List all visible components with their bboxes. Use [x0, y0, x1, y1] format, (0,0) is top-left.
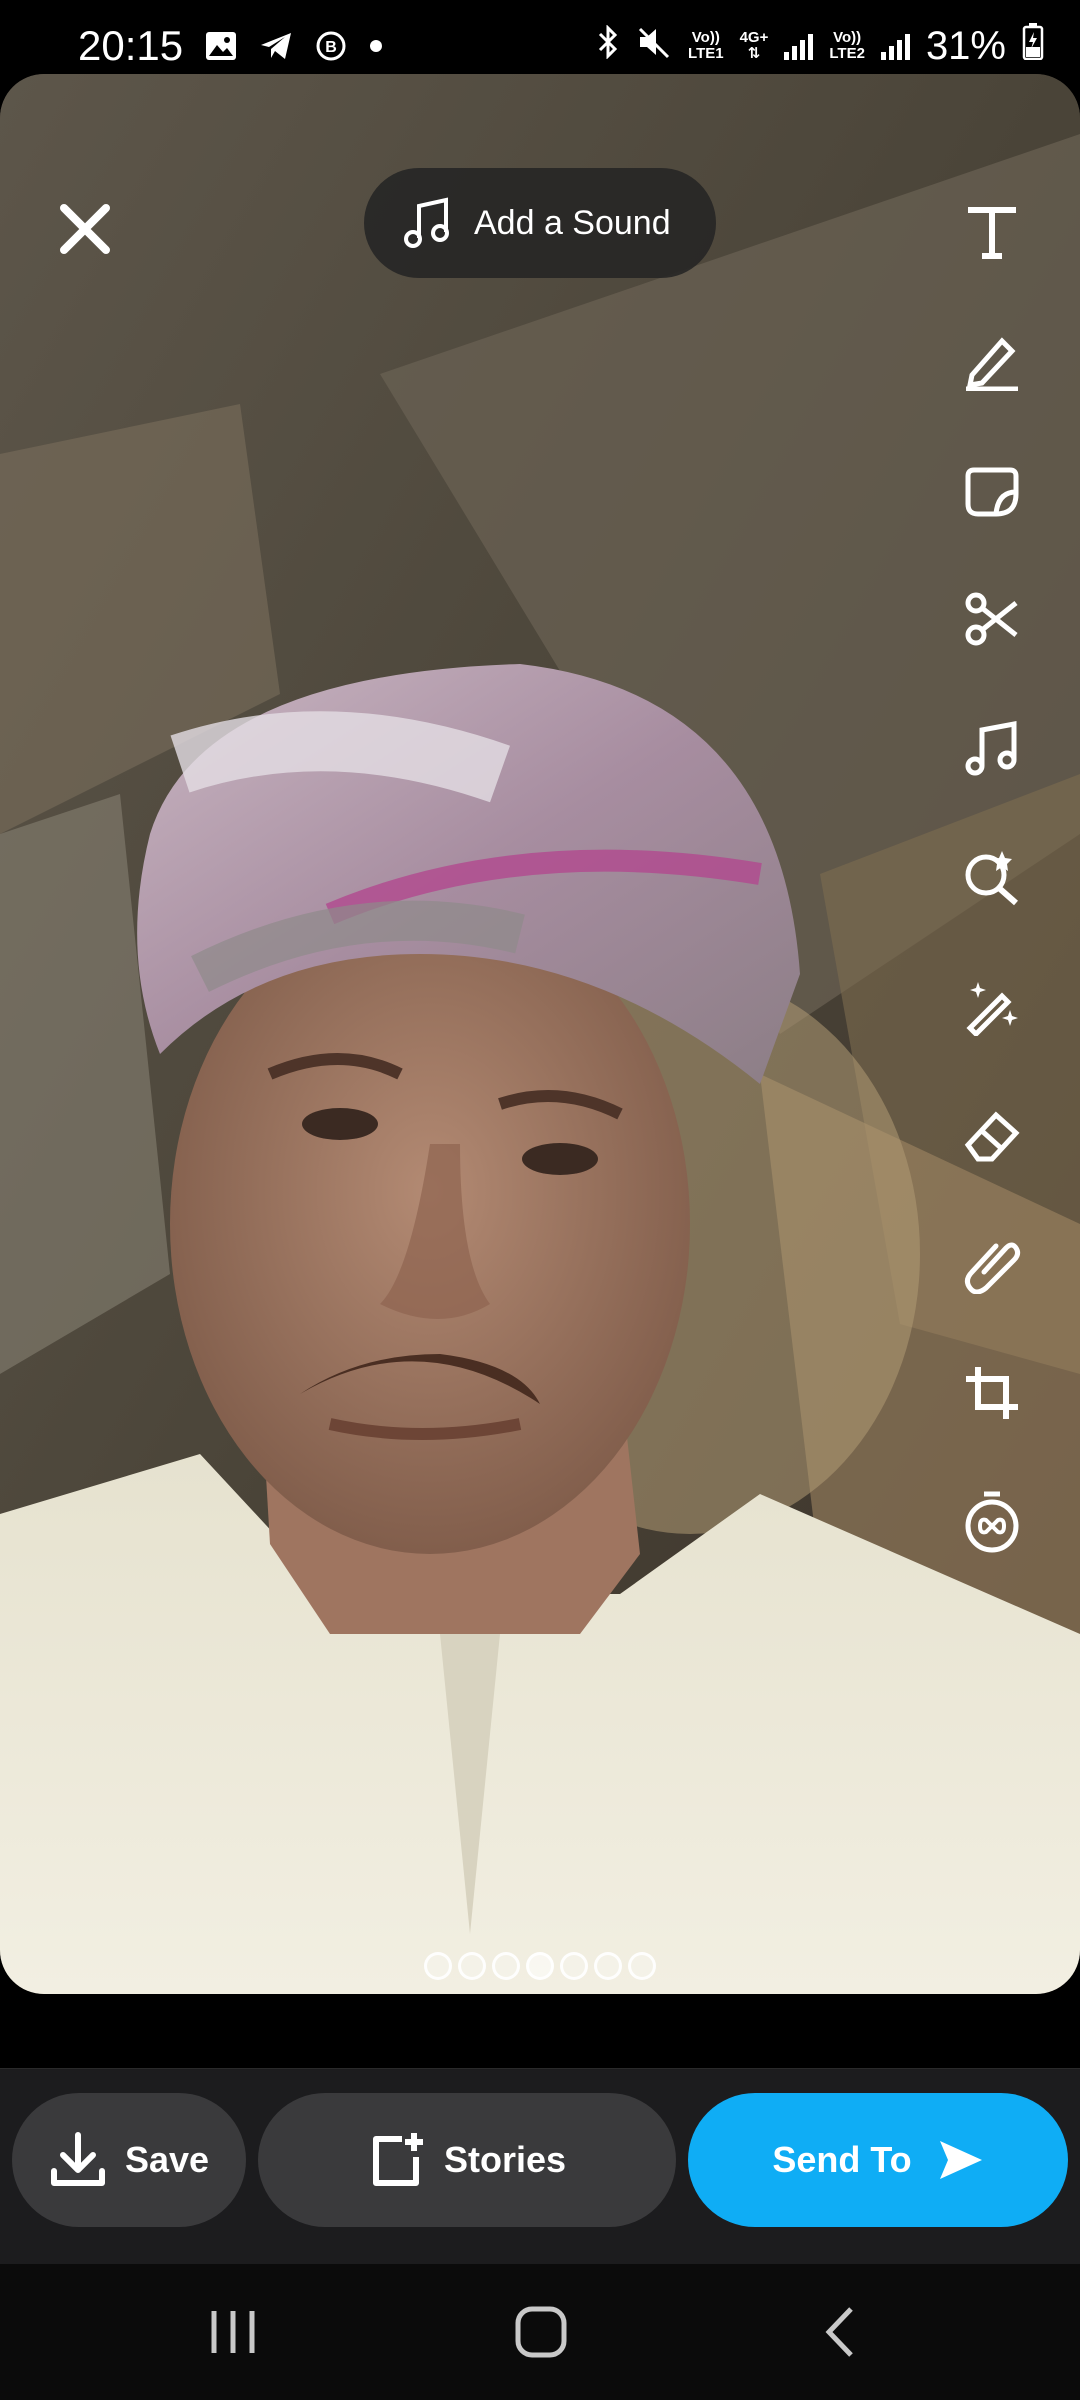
page-dot[interactable]	[560, 1952, 588, 1980]
gallery-icon	[205, 31, 237, 61]
system-nav-bar	[0, 2264, 1080, 2400]
sim1-label-bottom: LTE1	[688, 45, 724, 62]
svg-text:B: B	[325, 39, 337, 56]
close-icon	[60, 204, 110, 254]
send-to-label: Send To	[772, 2139, 912, 2180]
sim2-label-bottom: LTE2	[829, 45, 865, 62]
battery-percent: 31%	[925, 23, 1006, 68]
scissors-tool-button[interactable]	[952, 579, 1032, 659]
whatsapp-business-icon: B	[315, 30, 347, 62]
bluetooth-icon	[596, 23, 620, 69]
lens-search-button[interactable]	[952, 837, 1032, 917]
scissors-icon	[965, 592, 1018, 646]
status-left: 20:15 B	[78, 22, 383, 70]
stories-button[interactable]: Stories	[258, 2093, 676, 2227]
pencil-icon	[966, 337, 1018, 391]
sim2-indicator: Vo)) LTE2	[829, 30, 865, 62]
add-sound-label: Add a Sound	[474, 203, 671, 242]
status-right: Vo)) LTE1 4G+ ⇅ Vo)) LTE2 31%	[596, 22, 1044, 70]
loop-timer-icon	[965, 1491, 1019, 1553]
draw-tool-button[interactable]	[952, 321, 1032, 401]
text-tool-button[interactable]	[952, 192, 1032, 272]
back-icon	[825, 2307, 853, 2357]
magic-wand-icon	[966, 982, 1018, 1036]
signal-bars-icon	[784, 32, 814, 60]
close-button[interactable]	[50, 194, 120, 264]
home-button[interactable]	[506, 2300, 576, 2364]
sticker-icon	[965, 467, 1019, 517]
music-note-icon	[404, 197, 449, 248]
lens-search-icon	[965, 851, 1018, 906]
page-dot[interactable]	[594, 1952, 622, 1980]
music-tool-button[interactable]	[952, 708, 1032, 788]
page-dot[interactable]	[424, 1952, 452, 1980]
signal-bars-icon-2	[880, 32, 910, 60]
mute-icon	[636, 24, 672, 69]
add-story-icon	[372, 2133, 423, 2186]
page-dot[interactable]	[492, 1952, 520, 1980]
page-dot[interactable]	[628, 1952, 656, 1980]
eraser-icon	[964, 1111, 1020, 1162]
send-arrow-icon	[939, 2141, 982, 2179]
eraser-tool-button[interactable]	[952, 1095, 1032, 1175]
sim1-indicator: Vo)) LTE1	[688, 30, 724, 62]
text-tool-icon	[968, 207, 1016, 259]
loop-timer-button[interactable]	[952, 1482, 1032, 1562]
save-button[interactable]: Save	[12, 2093, 246, 2227]
crop-icon	[966, 1367, 1018, 1419]
sim2-label-top: Vo))	[833, 29, 862, 46]
send-to-button[interactable]: Send To	[688, 2093, 1068, 2227]
page-dots	[424, 1952, 656, 1980]
magic-wand-button[interactable]	[952, 966, 1032, 1046]
page-dot-active[interactable]	[526, 1952, 554, 1980]
photo-image	[0, 74, 1080, 1994]
snap-preview[interactable]: Add a Sound	[0, 74, 1080, 1994]
sim1-label-top: Vo))	[691, 29, 720, 46]
recent-apps-icon	[211, 2311, 255, 2353]
music-icon	[965, 720, 1017, 776]
paperclip-icon	[964, 1242, 1021, 1294]
battery-icon	[1022, 22, 1044, 70]
page-dot[interactable]	[458, 1952, 486, 1980]
crop-tool-button[interactable]	[952, 1353, 1032, 1433]
back-button[interactable]	[818, 2300, 862, 2364]
data-arrows-icon: ⇅	[747, 45, 761, 62]
status-time: 20:15	[78, 22, 184, 69]
download-icon	[50, 2132, 105, 2186]
add-sound-button[interactable]: Add a Sound	[364, 168, 716, 278]
recent-apps-button[interactable]	[200, 2300, 266, 2364]
attachment-tool-button[interactable]	[952, 1224, 1032, 1304]
editing-toolbar	[952, 192, 1032, 1611]
home-icon	[515, 2306, 567, 2358]
network-type-label: 4G+	[739, 29, 769, 46]
save-label: Save	[124, 2139, 210, 2180]
network-type: 4G+ ⇅	[740, 30, 769, 62]
action-bar: Save Stories Send To	[0, 2068, 1080, 2264]
more-dot-icon	[369, 39, 383, 53]
stories-label: Stories	[443, 2139, 567, 2180]
sticker-tool-button[interactable]	[952, 450, 1032, 530]
telegram-icon	[259, 31, 293, 61]
